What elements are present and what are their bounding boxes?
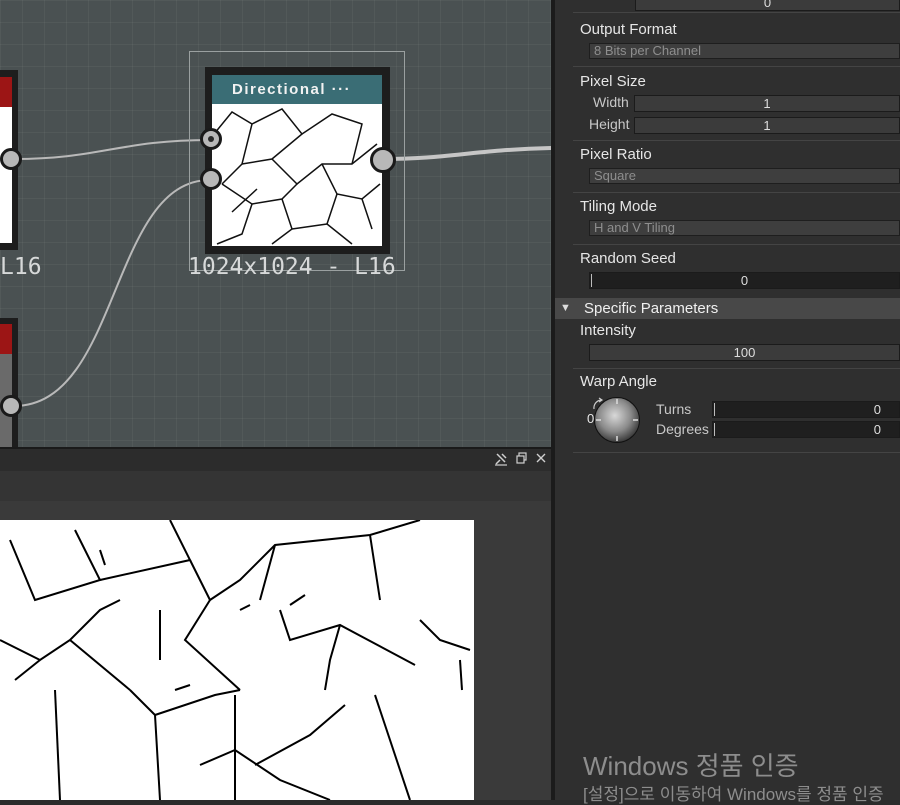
slider-mark xyxy=(714,423,715,436)
output-format-label: Output Format xyxy=(580,21,677,38)
2d-view-panel xyxy=(0,447,551,800)
separator xyxy=(573,452,900,453)
pin-icon[interactable] xyxy=(492,452,509,469)
separator xyxy=(573,12,900,13)
windows-activation-subtitle: [설정]으로 이동하여 Windows를 정품 인증 xyxy=(583,785,884,804)
2d-view-toolbar xyxy=(0,471,551,502)
specific-parameters-label: Specific Parameters xyxy=(584,300,719,317)
separator xyxy=(573,140,900,141)
degrees-value: 0 xyxy=(873,422,881,437)
pixel-height-value: 1 xyxy=(763,118,771,133)
2d-view-cracks xyxy=(0,520,471,800)
properties-panel: 0 Output Format 8 Bits per Channel Pixel… xyxy=(555,0,900,800)
wire-output xyxy=(381,146,551,161)
separator xyxy=(573,66,900,67)
wire-top xyxy=(13,139,211,160)
random-seed-value: 0 xyxy=(740,273,749,288)
dial-zero-label: 0 xyxy=(587,411,595,426)
tiling-mode-label: Tiling Mode xyxy=(580,198,657,215)
slider-mark xyxy=(591,274,592,287)
specific-parameters-header[interactable]: ▼ Specific Parameters xyxy=(555,298,900,319)
intensity-value: 100 xyxy=(733,345,756,360)
left-node-resolution: L16 xyxy=(0,254,42,280)
node-thumbnail-cracks xyxy=(213,108,381,245)
pixel-ratio-dropdown[interactable]: Square xyxy=(589,168,900,184)
windows-activation-title: Windows 정품 인증 xyxy=(583,751,799,781)
2d-view-titlebar xyxy=(0,447,551,471)
intensity-slider[interactable]: 100 xyxy=(589,344,900,361)
turns-label: Turns xyxy=(656,401,692,417)
2d-view-image xyxy=(0,520,474,800)
2d-view-canvas[interactable] xyxy=(0,501,551,800)
float-window-icon[interactable] xyxy=(513,452,530,469)
top-height-value: 0 xyxy=(763,0,772,10)
output-format-dropdown[interactable]: 8 Bits per Channel xyxy=(589,43,900,59)
top-height-slider[interactable]: 0 xyxy=(635,0,900,11)
turns-slider[interactable]: 0 xyxy=(712,401,900,418)
left-node-top-thumbnail xyxy=(0,107,12,243)
separator xyxy=(573,244,900,245)
tiling-mode-dropdown[interactable]: H and V Tiling xyxy=(589,220,900,236)
pixel-width-label: Width xyxy=(593,94,629,110)
node-title[interactable]: Directional ··· xyxy=(212,75,382,104)
left-node-top-output-port[interactable] xyxy=(0,148,22,170)
warp-angle-label: Warp Angle xyxy=(580,373,657,390)
degrees-label: Degrees xyxy=(656,421,709,437)
random-seed-slider[interactable]: 0 xyxy=(589,272,900,289)
pixel-size-label: Pixel Size xyxy=(580,73,646,90)
left-node-top-header xyxy=(0,77,12,107)
left-node-bottom-output-port[interactable] xyxy=(0,395,22,417)
left-node-bottom-header xyxy=(0,324,12,354)
random-seed-label: Random Seed xyxy=(580,250,676,267)
separator xyxy=(573,368,900,369)
node-input-port-1[interactable] xyxy=(200,128,222,150)
node-input-port-2[interactable] xyxy=(200,168,222,190)
slider-mark xyxy=(714,403,715,416)
node-resolution: 1024x1024 - L16 xyxy=(188,254,396,280)
left-node-bottom[interactable] xyxy=(0,318,18,447)
intensity-label: Intensity xyxy=(580,322,636,339)
pixel-width-value: 1 xyxy=(763,96,771,111)
separator xyxy=(573,192,900,193)
pixel-height-slider[interactable]: 1 xyxy=(634,117,900,134)
degrees-slider[interactable]: 0 xyxy=(712,421,900,438)
turns-value: 0 xyxy=(873,402,881,417)
wire-bottom xyxy=(13,179,211,407)
node-thumbnail xyxy=(212,104,382,246)
pixel-width-slider[interactable]: 1 xyxy=(634,95,900,112)
rotate-arrow-icon xyxy=(593,397,604,410)
graph-view[interactable]: L16 Directional ··· 1024x1024 - L16 xyxy=(0,0,551,447)
node-output-port[interactable] xyxy=(370,147,396,173)
pixel-height-label: Height xyxy=(589,116,630,132)
collapse-arrow-icon[interactable]: ▼ xyxy=(560,298,571,319)
close-icon[interactable] xyxy=(532,452,549,469)
pixel-ratio-label: Pixel Ratio xyxy=(580,146,652,163)
